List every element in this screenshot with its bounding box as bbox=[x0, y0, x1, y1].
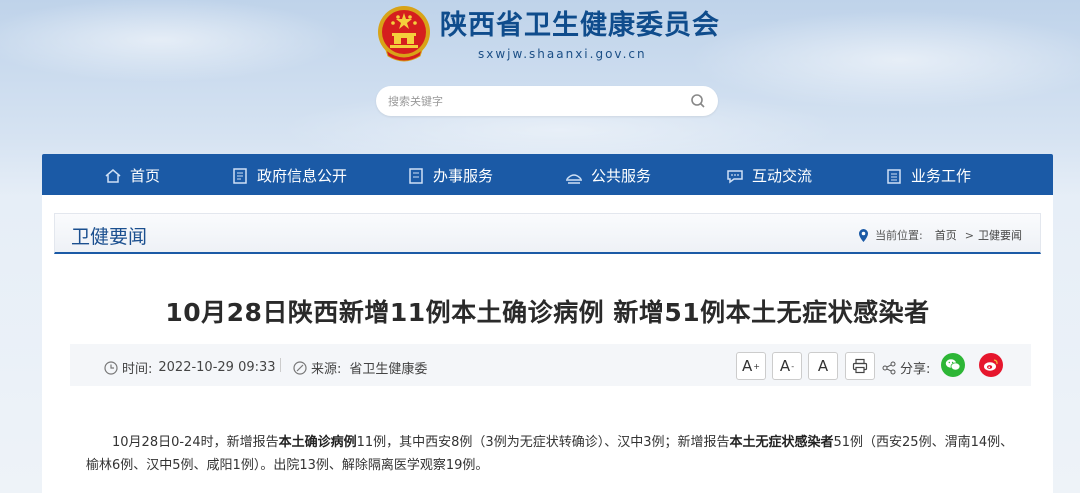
share-label: 分享: bbox=[882, 358, 930, 377]
article-paragraph: 10月28日0-24时，新增报告本土确诊病例11例，其中西安8例（3例为无症状转… bbox=[86, 431, 1026, 477]
source-value: 省卫生健康委 bbox=[349, 362, 428, 377]
nav-label: 公共服务 bbox=[591, 167, 652, 185]
article-body: 10月28日0-24时，新增报告本土确诊病例11例，其中西安8例（3例为无症状转… bbox=[86, 431, 1026, 477]
main-nav: 首页 政府信息公开 办事服务 公共服务 互动交流 业务工作 bbox=[42, 154, 1053, 195]
time-label: 时间: bbox=[122, 362, 153, 377]
wechat-share-button[interactable] bbox=[941, 353, 965, 377]
font-decrease-sup: - bbox=[791, 361, 795, 371]
nav-item-interaction[interactable]: 互动交流 bbox=[726, 165, 812, 186]
article-meta-bar: 时间: 2022-10-29 09:33 来源: 省卫生健康委 A + A- A … bbox=[70, 344, 1031, 386]
time-value: 2022-10-29 09:33 bbox=[158, 360, 276, 375]
section-header: 卫健要闻 当前位置: 首页 > 卫健要闻 bbox=[54, 213, 1041, 254]
publish-time: 时间: 2022-10-29 09:33 bbox=[104, 358, 276, 377]
print-button[interactable] bbox=[845, 352, 875, 380]
list-icon bbox=[409, 167, 423, 184]
body-bold-segment: 本土无症状感染者 bbox=[729, 435, 834, 450]
breadcrumb-home[interactable]: 首页 bbox=[935, 227, 957, 243]
font-default-button[interactable]: A bbox=[808, 352, 838, 380]
site-name: 陕西省卫生健康委员会 bbox=[440, 10, 720, 41]
nav-item-public-services[interactable]: 公共服务 bbox=[565, 165, 651, 186]
briefcase-icon bbox=[887, 168, 901, 184]
font-increase-sup: + bbox=[753, 361, 760, 371]
meta-divider bbox=[280, 358, 281, 372]
printer-icon bbox=[852, 358, 868, 374]
body-text-segment: 11例，其中西安8例（3例为无症状转确诊）、汉中3例；新增报告 bbox=[356, 435, 730, 450]
nav-label: 业务工作 bbox=[911, 167, 972, 185]
nav-item-gov-info[interactable]: 政府信息公开 bbox=[231, 165, 347, 186]
breadcrumb-separator: > bbox=[964, 228, 974, 242]
font-decrease-label: A bbox=[779, 357, 791, 375]
section-title: 卫健要闻 bbox=[71, 226, 148, 248]
breadcrumb: 当前位置: 首页 > 卫健要闻 bbox=[858, 227, 1026, 243]
nav-item-home[interactable]: 首页 bbox=[104, 165, 160, 186]
document-icon bbox=[233, 167, 247, 184]
body-text-segment: 10月28日0-24时，新增报告 bbox=[112, 435, 279, 450]
site-logo[interactable]: 陕西省卫生健康委员会 sxwjw.shaanxi.gov.cn bbox=[376, 4, 720, 66]
national-emblem-icon bbox=[378, 6, 430, 62]
home-icon bbox=[105, 168, 121, 183]
weibo-share-button[interactable] bbox=[979, 353, 1003, 377]
location-label: 当前位置: bbox=[875, 229, 923, 242]
search-box bbox=[376, 86, 718, 116]
nav-label: 政府信息公开 bbox=[257, 167, 348, 185]
location-pin-icon bbox=[859, 228, 869, 242]
font-decrease-button[interactable]: A- bbox=[772, 352, 802, 380]
content-panel: 卫健要闻 当前位置: 首页 > 卫健要闻 10月28日陕西新增11例本土确诊病例… bbox=[42, 195, 1053, 493]
nav-label: 互动交流 bbox=[752, 167, 813, 185]
search-icon[interactable] bbox=[690, 93, 706, 109]
clock-icon bbox=[104, 360, 118, 375]
share-text: 分享: bbox=[900, 362, 931, 377]
nav-item-business[interactable]: 业务工作 bbox=[885, 165, 971, 186]
service-icon bbox=[566, 173, 582, 184]
nav-label: 办事服务 bbox=[433, 167, 494, 185]
article-source: 来源: 省卫生健康委 bbox=[293, 358, 427, 377]
search-input[interactable] bbox=[388, 94, 690, 108]
font-increase-button[interactable]: A + bbox=[736, 352, 766, 380]
nav-label: 首页 bbox=[130, 167, 161, 185]
source-label: 来源: bbox=[311, 362, 342, 377]
site-url: sxwjw.shaanxi.gov.cn bbox=[478, 47, 647, 61]
article-title: 10月28日陕西新增11例本土确诊病例 新增51例本土无症状感染者 bbox=[165, 298, 930, 327]
wechat-icon bbox=[945, 359, 961, 371]
share-icon bbox=[882, 361, 896, 374]
font-increase-label: A bbox=[742, 357, 753, 375]
nav-item-services[interactable]: 办事服务 bbox=[407, 165, 493, 186]
chat-icon bbox=[727, 169, 743, 183]
font-default-label: A bbox=[817, 357, 829, 375]
body-bold-segment: 本土确诊病例 bbox=[278, 435, 357, 450]
breadcrumb-current[interactable]: 卫健要闻 bbox=[978, 227, 1022, 243]
weibo-icon bbox=[984, 359, 998, 371]
compass-icon bbox=[293, 360, 307, 375]
